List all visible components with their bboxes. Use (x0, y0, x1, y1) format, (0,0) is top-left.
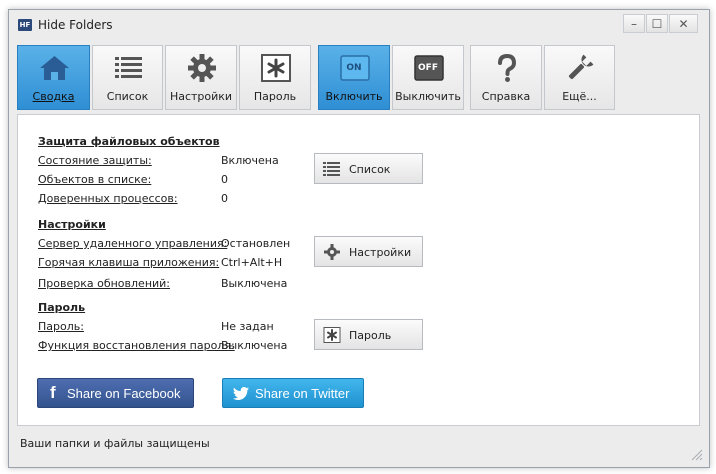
share-twitter-button[interactable]: Share on Twitter (222, 378, 364, 408)
list-icon (323, 161, 341, 177)
question-icon (471, 52, 541, 84)
gear-icon (323, 244, 341, 260)
tab-summary-label: Сводка (32, 90, 75, 103)
objects-count-label[interactable]: Объектов в списке: (38, 173, 151, 186)
list-button[interactable]: Список (314, 153, 423, 184)
settings-button-label: Настройки (349, 246, 412, 259)
status-bar: Ваши папки и файлы защищены (9, 430, 709, 466)
tab-summary[interactable]: Сводка (17, 45, 90, 110)
hotkey-label[interactable]: Горячая клавиша приложения: (38, 256, 219, 269)
asterisk-icon (240, 52, 310, 84)
resize-grip-icon[interactable] (689, 447, 703, 461)
share-facebook-button[interactable]: f Share on Facebook (37, 378, 194, 408)
password-recovery-label[interactable]: Функция восстановления пароля: (38, 339, 235, 352)
hotkey-value: Ctrl+Alt+H (221, 256, 283, 269)
gear-icon (166, 52, 236, 84)
list-icon (93, 52, 162, 84)
maximize-button[interactable]: ☐ (646, 14, 668, 33)
trusted-processes-value: 0 (221, 192, 228, 205)
tab-list-label: Список (106, 90, 149, 103)
settings-section-title: Настройки (38, 218, 106, 231)
tab-password-label: Пароль (253, 90, 297, 103)
protection-state-value: Включена (221, 154, 279, 167)
tab-list[interactable]: Список (92, 45, 163, 110)
wrench-icon (545, 52, 614, 84)
tab-enable[interactable]: ON Включить (318, 45, 390, 110)
on-icon: ON (319, 52, 389, 84)
off-icon-text: OFF (418, 63, 438, 73)
facebook-icon: f (50, 383, 56, 402)
tab-password[interactable]: Пароль (239, 45, 311, 110)
remote-server-label[interactable]: Сервер удаленного управления: (38, 237, 227, 250)
tab-more-label: Ещё... (562, 90, 597, 103)
tab-help-label: Справка (481, 90, 531, 103)
password-button-label: Пароль (349, 329, 392, 342)
share-facebook-label: Share on Facebook (67, 386, 181, 401)
tab-enable-label: Включить (325, 90, 383, 103)
tab-settings[interactable]: Настройки (165, 45, 237, 110)
password-button[interactable]: Пароль (314, 319, 423, 350)
protection-section-title: Защита файловых объектов (38, 135, 220, 148)
twitter-bird-icon (232, 379, 250, 407)
update-check-value: Выключена (221, 277, 288, 290)
password-value: Не задан (221, 320, 274, 333)
objects-count-value: 0 (221, 173, 228, 186)
app-window: HF Hide Folders – ☐ ✕ Сводка Список Наст… (8, 9, 710, 468)
status-text: Ваши папки и файлы защищены (20, 437, 210, 450)
remote-server-value: Остановлен (221, 237, 291, 250)
close-button[interactable]: ✕ (669, 14, 698, 33)
asterisk-icon (323, 327, 341, 343)
tab-more[interactable]: Ещё... (544, 45, 615, 110)
window-title: Hide Folders (38, 18, 113, 32)
settings-button[interactable]: Настройки (314, 236, 423, 267)
summary-panel: Защита файловых объектов Состояние защит… (17, 114, 700, 426)
tab-disable-label: Выключить (395, 90, 461, 103)
trusted-processes-label[interactable]: Доверенных процессов: (38, 192, 178, 205)
on-icon-text: ON (346, 63, 362, 73)
title-bar: HF Hide Folders – ☐ ✕ (9, 10, 709, 40)
password-label[interactable]: Пароль: (38, 320, 84, 333)
tab-help[interactable]: Справка (470, 45, 542, 110)
minimize-button[interactable]: – (623, 14, 645, 33)
password-section-title: Пароль (38, 301, 86, 314)
list-button-label: Список (349, 163, 391, 176)
tab-disable[interactable]: OFF Выключить (392, 45, 464, 110)
home-icon (18, 52, 89, 84)
tab-settings-label: Настройки (169, 90, 233, 103)
update-check-label[interactable]: Проверка обновлений: (38, 277, 170, 290)
off-icon: OFF (393, 52, 463, 84)
share-twitter-label: Share on Twitter (255, 386, 350, 401)
app-logo-icon: HF (18, 19, 32, 31)
protection-state-label[interactable]: Состояние защиты: (38, 154, 152, 167)
password-recovery-value: Выключена (221, 339, 288, 352)
